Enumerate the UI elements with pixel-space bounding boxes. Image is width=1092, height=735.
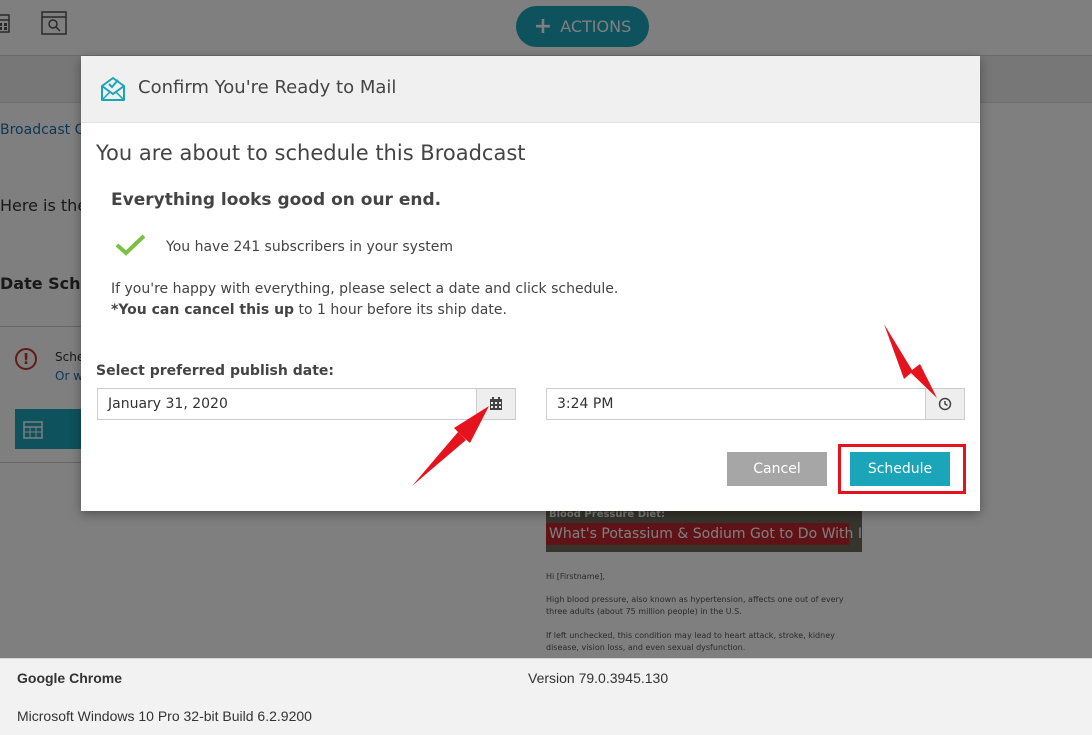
subscriber-count: You have 241 subscribers in your system [166, 239, 453, 255]
time-picker-button[interactable] [925, 388, 965, 420]
cancel-note-bold: *You can cancel this up [111, 302, 295, 318]
dialog-header: Confirm You're Ready to Mail [81, 56, 980, 123]
date-input[interactable]: January 31, 2020 [97, 388, 477, 420]
system-info-footer: Google Chrome Version 79.0.3945.130 Micr… [0, 658, 1092, 735]
confirm-mail-dialog: Confirm You're Ready to Mail You are abo… [81, 56, 980, 511]
publish-date-label: Select preferred publish date: [96, 363, 334, 379]
cancel-button[interactable]: Cancel [727, 452, 827, 486]
status-message: Everything looks good on our end. [111, 190, 442, 210]
mail-check-icon [101, 77, 125, 101]
checkmark-icon [115, 234, 146, 256]
browser-name: Google Chrome [17, 670, 123, 686]
date-picker-button[interactable] [476, 388, 516, 420]
time-input[interactable]: 3:24 PM [546, 388, 926, 420]
clock-icon [938, 397, 952, 411]
schedule-button[interactable]: Schedule [850, 452, 950, 486]
instruction-text: If you're happy with everything, please … [111, 281, 619, 297]
dialog-title: Confirm You're Ready to Mail [138, 77, 397, 98]
cancel-note: *You can cancel this up to 1 hour before… [111, 302, 507, 318]
cancel-note-rest: to 1 hour before its ship date. [294, 302, 507, 318]
os-info: Microsoft Windows 10 Pro 32-bit Build 6.… [17, 708, 312, 724]
browser-version: Version 79.0.3945.130 [528, 670, 669, 686]
calendar-icon [490, 397, 502, 410]
dialog-heading: You are about to schedule this Broadcast [96, 141, 526, 165]
